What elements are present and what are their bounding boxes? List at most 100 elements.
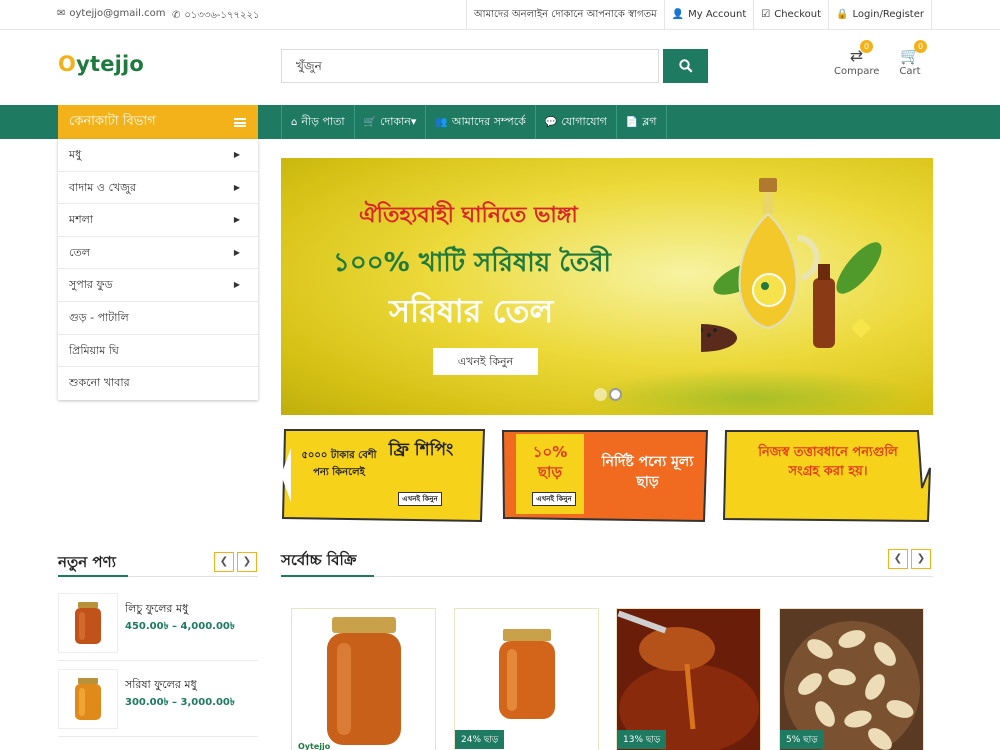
product-thumbnail[interactable]	[58, 593, 118, 653]
contact-phone[interactable]: ✆ ০১৩৩৬-১৭৭২২১	[172, 8, 259, 25]
new-products-next-button[interactable]: ❯	[237, 552, 257, 572]
compare-button[interactable]: ⇄ 0 Compare	[834, 40, 880, 77]
document-icon: 📄	[625, 117, 639, 128]
section-divider	[281, 576, 933, 577]
envelope-icon: ✉	[57, 8, 66, 19]
product-price: 450.00৳ – 4,000.00৳	[125, 621, 235, 632]
chevron-right-icon: ❯	[916, 553, 926, 564]
cart-button[interactable]: 🛒 0 Cart	[895, 40, 927, 77]
promo-discount[interactable]: ১০% ছাড় নির্দিষ্ট পন্যে মূল্য ছাড় এখনই…	[500, 428, 710, 523]
list-divider	[58, 736, 258, 737]
cart-count-badge: 0	[914, 40, 927, 53]
cart-label: Cart	[899, 66, 921, 77]
product-name[interactable]: সরিষা ফুলের মধু	[125, 676, 197, 695]
nav-item-shop[interactable]: 🛒 দোকান▾	[355, 105, 427, 139]
promo-quality[interactable]: নিজস্ব তত্তাবধানে পন্যগুলি সংগ্রহ করা হয…	[722, 428, 934, 523]
category-item-jaggery[interactable]: গুড় - পাটালি	[58, 302, 258, 335]
list-divider	[58, 660, 258, 661]
product-card[interactable]: 13% ছাড়	[616, 608, 761, 750]
login-label: Login/Register	[852, 9, 924, 20]
nav-item-home[interactable]: ⌂ নীড় পাতা	[282, 105, 355, 139]
caret-right-icon: ▶	[233, 280, 240, 290]
home-icon: ⌂	[291, 117, 298, 128]
nav-contact-label: যোগাযোগ	[561, 115, 607, 128]
contact-email[interactable]: ✉ oytejjo@gmail.com	[57, 8, 165, 19]
hero-line-2: ১০০% খাটি সরিষায় তৈরী	[333, 248, 611, 278]
top-links: আমাদের অনলাইন দোকানে আপনাকে স্বাগতম 👤 My …	[465, 0, 932, 29]
product-thumbnail[interactable]	[58, 669, 118, 729]
product-name[interactable]: লিচু ফুলের মধু	[125, 600, 188, 619]
category-item-spices[interactable]: মশলা ▶	[58, 204, 258, 237]
category-label: মধু	[69, 148, 82, 161]
new-product-item[interactable]: সরিষা ফুলের মধু 300.00৳ – 3,000.00৳	[58, 669, 258, 737]
new-product-item[interactable]: লিচু ফুলের মধু 450.00৳ – 4,000.00৳	[58, 593, 258, 661]
product-card[interactable]: 5% ছাড়	[779, 608, 924, 750]
honey-spoon-image	[617, 609, 760, 750]
nav-about-label: আমাদের সম্পর্কে	[451, 115, 526, 128]
nav-item-contact[interactable]: 💬 যোগাযোগ	[536, 105, 617, 139]
search-button[interactable]	[663, 49, 708, 83]
hero-shop-now-button[interactable]: এখনই কিনুন	[433, 348, 538, 375]
logo-text: ytejjo	[76, 52, 145, 76]
new-products-prev-button[interactable]: ❮	[214, 552, 234, 572]
hero-slider[interactable]: ঐতিহ্যবাহী ঘানিতে ভাঙ্গা ১০০% খাটি সরিষা…	[281, 158, 933, 415]
email-text: oytejjo@gmail.com	[69, 8, 166, 19]
cashew-image	[780, 609, 923, 750]
lock-icon: 🔒	[836, 9, 849, 20]
category-item-dry-food[interactable]: শুকনো খাবার	[58, 367, 258, 400]
top-bar: ✉ oytejjo@gmail.com ✆ ০১৩৩৬-১৭৭২২১ আমাদের …	[0, 0, 1000, 30]
slider-dot-1[interactable]	[594, 388, 607, 401]
category-item-superfood[interactable]: সুপার ফুড ▶	[58, 269, 258, 302]
chevron-left-icon: ❮	[219, 556, 229, 567]
card-logo: Oytejjo	[298, 742, 331, 750]
category-label: শুকনো খাবার	[69, 376, 130, 390]
promo-free-shipping[interactable]: ৫০০০ টাকার বেশী পন্য কিনলেই ফ্রি শিপিং এ…	[281, 428, 488, 523]
compare-label: Compare	[834, 66, 880, 77]
category-label: মশলা	[69, 213, 94, 227]
category-label: তেল	[69, 245, 90, 259]
category-item-honey[interactable]: মধু ▶	[58, 139, 258, 172]
discount-badge: 24% ছাড়	[455, 730, 505, 749]
chat-icon: 💬	[544, 117, 558, 128]
honey-jar-image	[327, 617, 401, 745]
best-sellers-next-button[interactable]: ❯	[911, 549, 931, 569]
compare-count-badge: 0	[860, 40, 873, 53]
discount-badge: 5% ছাড়	[780, 730, 824, 749]
hamburger-icon	[234, 118, 246, 127]
category-label: প্রিমিয়াম ঘি	[69, 343, 119, 357]
welcome-text: আমাদের অনলাইন দোকানে আপনাকে স্বাগতম	[465, 0, 664, 29]
category-label: সুপার ফুড	[69, 278, 113, 292]
nav-home-label: নীড় পাতা	[301, 115, 345, 128]
product-price: 300.00৳ – 3,000.00৳	[125, 697, 235, 708]
best-sellers-prev-button[interactable]: ❮	[888, 549, 908, 569]
category-heading: কেনাকাটা বিভাগ	[69, 114, 156, 129]
category-item-ghee[interactable]: প্রিমিয়াম ঘি	[58, 335, 258, 368]
nav-item-blog[interactable]: 📄 ব্লগ	[617, 105, 667, 139]
login-register-link[interactable]: 🔒 Login/Register	[828, 0, 932, 29]
nav-item-about[interactable]: 👥 আমাদের সম্পর্কে	[426, 105, 536, 139]
promo-1-left-text: ৫০০০ টাকার বেশী পন্য কিনলেই	[301, 450, 377, 478]
section-underline	[58, 575, 128, 577]
category-item-oil[interactable]: তেল ▶	[58, 237, 258, 270]
product-card[interactable]: 24% ছাড়	[454, 608, 599, 750]
category-menu-toggle[interactable]: কেনাকাটা বিভাগ	[58, 105, 258, 139]
promo-2-headline: নির্দিষ্ট পন্যে মূল্য ছাড়	[601, 454, 694, 490]
promo-2-button[interactable]: এখনই কিনুন	[532, 492, 576, 506]
slider-dot-2[interactable]	[609, 388, 622, 401]
main-menu: ⌂ নীড় পাতা 🛒 দোকান▾ 👥 আমাদের সম্পর্কে 💬 যোগ…	[281, 105, 667, 139]
chevron-right-icon: ❯	[242, 556, 252, 567]
logo-mark: O	[58, 52, 77, 76]
checkout-link[interactable]: ☑ Checkout	[753, 0, 828, 29]
user-icon: 👤	[671, 9, 685, 20]
hero-line-1: ঐতিহ্যবাহী ঘানিতে ভাঙ্গা	[359, 203, 578, 228]
my-account-link[interactable]: 👤 My Account	[663, 0, 754, 29]
search-input[interactable]: খুঁজুন	[281, 49, 659, 83]
category-label: বাদাম ও খেজুর	[69, 180, 137, 194]
product-card[interactable]: Oytejjo	[291, 608, 436, 750]
site-logo[interactable]: Oytejjo	[58, 52, 144, 76]
category-item-nuts-dates[interactable]: বাদাম ও খেজুর ▶	[58, 172, 258, 205]
promo-1-button[interactable]: এখনই কিনুন	[398, 492, 442, 506]
honey-jar-image	[499, 629, 555, 719]
caret-right-icon: ▶	[233, 150, 240, 159]
honey-jar-image	[75, 678, 101, 720]
